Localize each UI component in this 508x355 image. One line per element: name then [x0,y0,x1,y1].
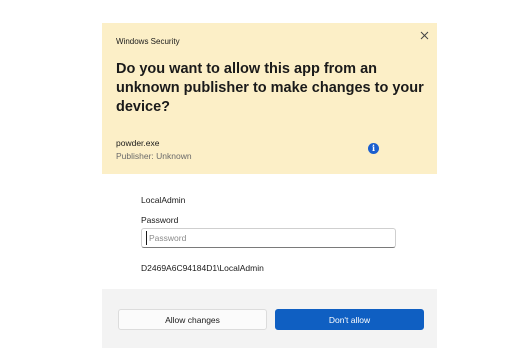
dialog-footer: Allow changes Don't allow [102,289,437,348]
close-button[interactable] [416,27,432,43]
password-input[interactable] [146,231,394,245]
uac-dialog: Windows Security Do you want to allow th… [102,23,437,348]
close-icon [420,31,428,39]
publisher-text: Publisher: Unknown [116,151,192,161]
account-name: LocalAdmin [141,195,186,205]
info-icon[interactable]: i [368,143,379,154]
app-title: Windows Security [116,37,180,46]
allow-changes-button[interactable]: Allow changes [118,309,267,330]
password-field[interactable] [141,228,396,248]
password-label: Password [141,215,179,225]
domain-user: D2469A6C94184D1\LocalAdmin [141,263,264,273]
prompt-question: Do you want to allow this app from an un… [116,61,424,115]
dialog-header: Windows Security Do you want to allow th… [102,23,437,174]
program-name: powder.exe [116,138,160,148]
dont-allow-button[interactable]: Don't allow [275,309,424,330]
